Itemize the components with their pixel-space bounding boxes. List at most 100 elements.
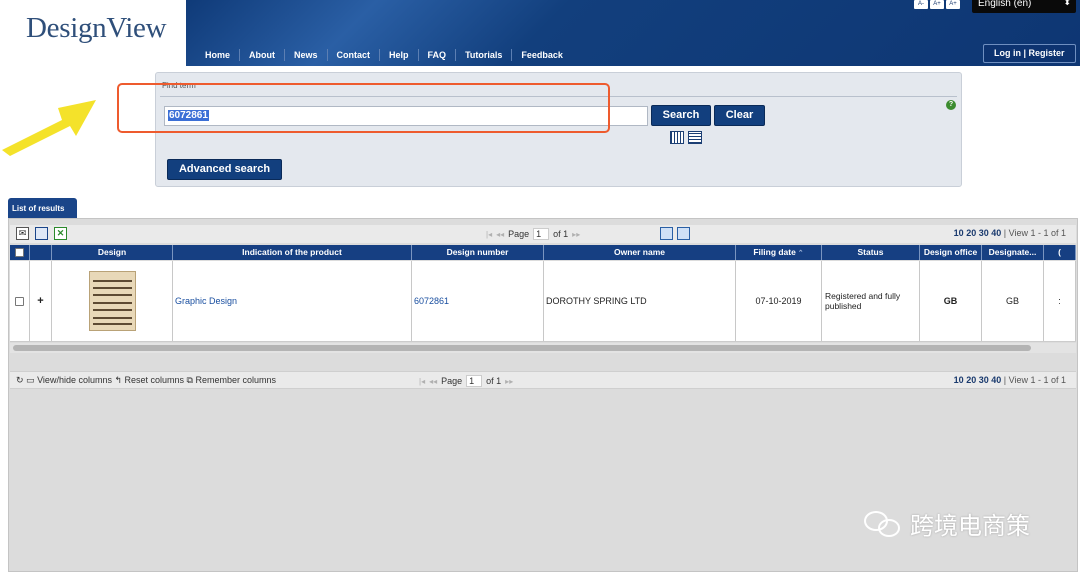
- column-actions: ↻ ▭ View/hide columns ↰ Reset columns ⧉ …: [16, 375, 276, 386]
- col-design-office[interactable]: Design office: [920, 245, 982, 260]
- row-select-cell: [10, 261, 30, 341]
- nav-home[interactable]: Home: [196, 49, 239, 61]
- top-banner: Home About News Contact Help FAQ Tutoria…: [186, 0, 1080, 66]
- indication-link[interactable]: Graphic Design: [175, 296, 237, 306]
- wechat-icon: [862, 507, 904, 541]
- rpp-20[interactable]: 20: [966, 228, 976, 238]
- col-owner-name[interactable]: Owner name: [544, 245, 736, 260]
- prev-page-icon[interactable]: ◂◂: [429, 377, 437, 386]
- page-label: Page: [441, 376, 463, 386]
- col-indication[interactable]: Indication of the product: [173, 245, 412, 260]
- design-thumbnail-cell: [52, 261, 173, 341]
- rpp-40[interactable]: 40: [991, 375, 1001, 385]
- rows-per-page: 10 20 30 40 | View 1 - 1 of 1: [954, 228, 1066, 238]
- table-row[interactable]: + Graphic Design 6072861 DOROTHY SPRING …: [10, 261, 1076, 342]
- page-of-label: of 1: [553, 229, 569, 239]
- excel-export-icon[interactable]: ✕: [54, 227, 67, 240]
- col-design[interactable]: Design: [52, 245, 173, 260]
- nav-tutorials[interactable]: Tutorials: [455, 49, 511, 61]
- design-thumbnail[interactable]: [88, 271, 136, 331]
- select-arrows-icon: ⬍: [1063, 0, 1071, 7]
- horizontal-scrollbar[interactable]: [13, 345, 1031, 351]
- sort-icon: ⌃: [795, 250, 804, 257]
- logo-text: DesignView: [26, 12, 167, 44]
- first-page-icon[interactable]: |◂: [419, 377, 425, 386]
- prev-page-icon[interactable]: ◂◂: [496, 230, 504, 239]
- col-filing-date-label: Filing date: [753, 247, 796, 257]
- col-designated[interactable]: Designate...: [982, 245, 1044, 260]
- design-office-cell: GB: [920, 261, 982, 341]
- nav-contact[interactable]: Contact: [326, 49, 380, 61]
- font-increase-button[interactable]: A+: [930, 0, 944, 9]
- view-count: | View 1 - 1 of 1: [1003, 228, 1066, 238]
- nav-faq[interactable]: FAQ: [417, 49, 456, 61]
- highlight-box: [117, 83, 610, 133]
- main-nav: Home About News Contact Help FAQ Tutoria…: [196, 49, 572, 61]
- nav-help[interactable]: Help: [379, 49, 418, 61]
- nav-news[interactable]: News: [284, 49, 327, 61]
- next-page-icon[interactable]: ▸▸: [572, 230, 580, 239]
- extra-cell: :: [1044, 261, 1076, 341]
- page-label: Page: [508, 229, 530, 239]
- pager-top: |◂ ◂◂ Page 1 of 1 ▸▸: [486, 228, 580, 240]
- tab-list-of-results[interactable]: List of results: [8, 198, 77, 219]
- view-count: | View 1 - 1 of 1: [1003, 375, 1066, 385]
- login-register-button[interactable]: Log in | Register: [983, 44, 1076, 63]
- status-cell: Registered and fully published: [822, 261, 920, 341]
- row-checkbox[interactable]: [15, 296, 24, 306]
- advanced-search-button[interactable]: Advanced search: [167, 159, 282, 180]
- watermark: 跨境电商策: [862, 506, 1030, 541]
- grid-footer: ↻ ▭ View/hide columns ↰ Reset columns ⧉ …: [10, 371, 1076, 389]
- nav-about[interactable]: About: [239, 49, 284, 61]
- select-all-checkbox[interactable]: [10, 245, 30, 260]
- refresh-icon[interactable]: ↻: [16, 375, 24, 385]
- col-design-number[interactable]: Design number: [412, 245, 544, 260]
- filing-date-cell: 07-10-2019: [736, 261, 822, 341]
- rpp-40[interactable]: 40: [991, 228, 1001, 238]
- grid-toolbar: ✉ ✕ |◂ ◂◂ Page 1 of 1 ▸▸ 10 20 30 40 | V…: [10, 225, 1076, 243]
- col-more[interactable]: (: [1044, 245, 1076, 260]
- print-icon[interactable]: [35, 227, 48, 240]
- search-button[interactable]: Search: [651, 105, 711, 126]
- grid-view-icon[interactable]: [670, 131, 684, 144]
- column-chooser-icon[interactable]: [660, 227, 673, 240]
- columns-icon[interactable]: ▭: [26, 375, 35, 385]
- view-toggle: [670, 131, 702, 144]
- clear-button[interactable]: Clear: [714, 105, 765, 126]
- column-actions-label[interactable]: View/hide columns ↰ Reset columns ⧉ Reme…: [37, 375, 276, 385]
- page-input[interactable]: 1: [533, 228, 550, 240]
- help-icon[interactable]: ?: [946, 100, 956, 110]
- pager-bottom: |◂ ◂◂ Page 1 of 1 ▸▸: [419, 375, 513, 387]
- list-view-icon[interactable]: [688, 131, 702, 144]
- rows-per-page-bottom: 10 20 30 40 | View 1 - 1 of 1: [954, 375, 1066, 385]
- rpp-10[interactable]: 10: [954, 228, 964, 238]
- indication-cell: Graphic Design: [173, 261, 412, 341]
- rpp-10[interactable]: 10: [954, 375, 964, 385]
- col-filing-date[interactable]: Filing date ⌃: [736, 245, 822, 260]
- designated-cell: GB: [982, 261, 1044, 341]
- col-status[interactable]: Status: [822, 245, 920, 260]
- row-expand-button[interactable]: +: [30, 261, 52, 341]
- nav-feedback[interactable]: Feedback: [511, 49, 572, 61]
- language-select[interactable]: English (en) ⬍: [972, 0, 1076, 13]
- watermark-text: 跨境电商策: [910, 512, 1030, 540]
- font-size-controls: A- A+ A+: [914, 0, 960, 9]
- rpp-20[interactable]: 20: [966, 375, 976, 385]
- next-page-icon[interactable]: ▸▸: [505, 377, 513, 386]
- design-number-link[interactable]: 6072861: [414, 296, 449, 306]
- page-input[interactable]: 1: [466, 375, 483, 387]
- pointer-arrow-icon: [2, 100, 96, 156]
- email-icon[interactable]: ✉: [16, 227, 29, 240]
- font-increase-more-button[interactable]: A+: [946, 0, 960, 9]
- first-page-icon[interactable]: |◂: [486, 230, 492, 239]
- language-value: English (en): [978, 0, 1032, 9]
- expand-column-header: [30, 245, 52, 260]
- grid-header: Design Indication of the product Design …: [10, 245, 1076, 260]
- detail-view-icon[interactable]: [677, 227, 690, 240]
- design-number-cell: 6072861: [412, 261, 544, 341]
- rpp-30[interactable]: 30: [979, 228, 989, 238]
- owner-name-cell: DOROTHY SPRING LTD: [544, 261, 736, 341]
- logo[interactable]: DesignView: [0, 0, 186, 66]
- font-decrease-button[interactable]: A-: [914, 0, 928, 9]
- rpp-30[interactable]: 30: [979, 375, 989, 385]
